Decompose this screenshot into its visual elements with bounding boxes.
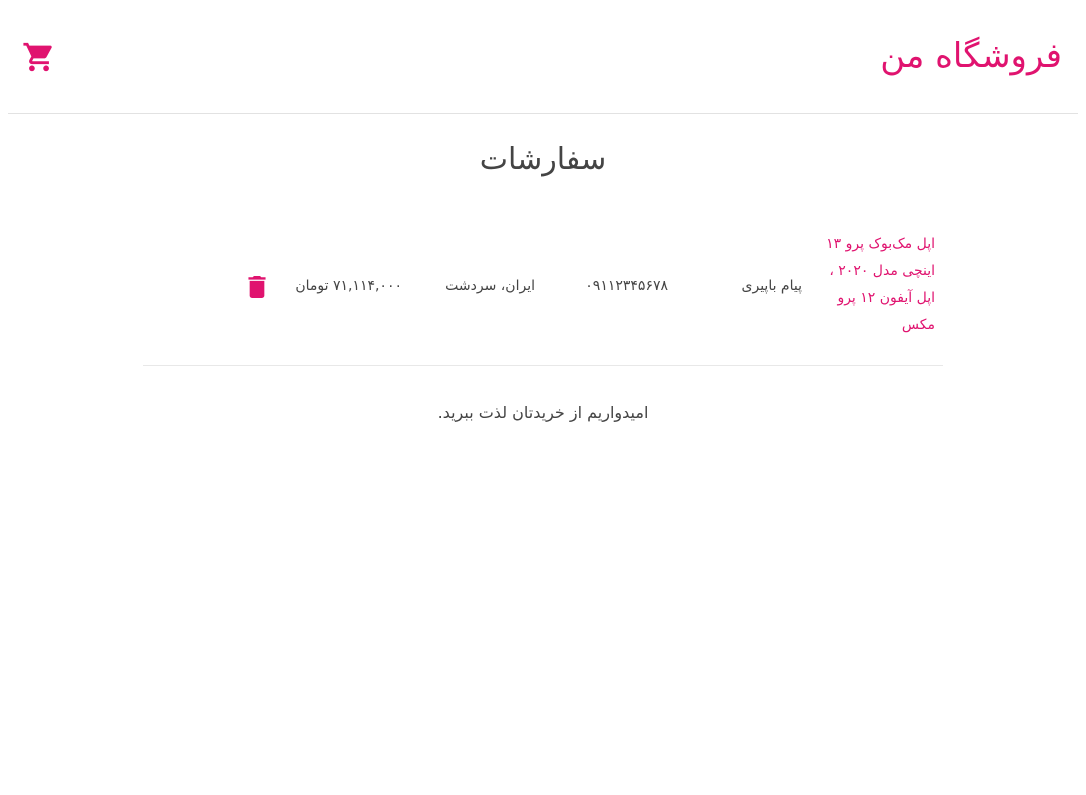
- orders-page: فروشگاه من سفارشات اپل مک‌بوک پرو ۱۳ این…: [0, 0, 1086, 795]
- orders-table: اپل مک‌بوک پرو ۱۳ اینچی مدل ۲۰۲۰ ، اپل آ…: [143, 229, 943, 366]
- order-address: ایران، سردشت: [445, 278, 535, 294]
- shopping-cart-icon: [23, 42, 52, 72]
- cart-button[interactable]: [22, 40, 56, 74]
- trash-icon: [248, 276, 266, 298]
- order-customer-name: پیام باپیری: [741, 278, 802, 294]
- order-phone: ۰۹۱۱۲۳۴۵۶۷۸: [585, 278, 668, 294]
- header: فروشگاه من: [8, 0, 1078, 114]
- order-total: ۷۱,۱۱۴,۰۰۰ تومان: [295, 278, 402, 294]
- brand-logo[interactable]: فروشگاه من: [880, 33, 1062, 79]
- thank-you-message: امیدواریم از خریدتان لذت ببرید.: [437, 403, 649, 422]
- page-title: سفارشات: [479, 142, 607, 177]
- order-products[interactable]: اپل مک‌بوک پرو ۱۳ اینچی مدل ۲۰۲۰ ، اپل آ…: [817, 231, 935, 339]
- delete-order-button[interactable]: [247, 276, 267, 298]
